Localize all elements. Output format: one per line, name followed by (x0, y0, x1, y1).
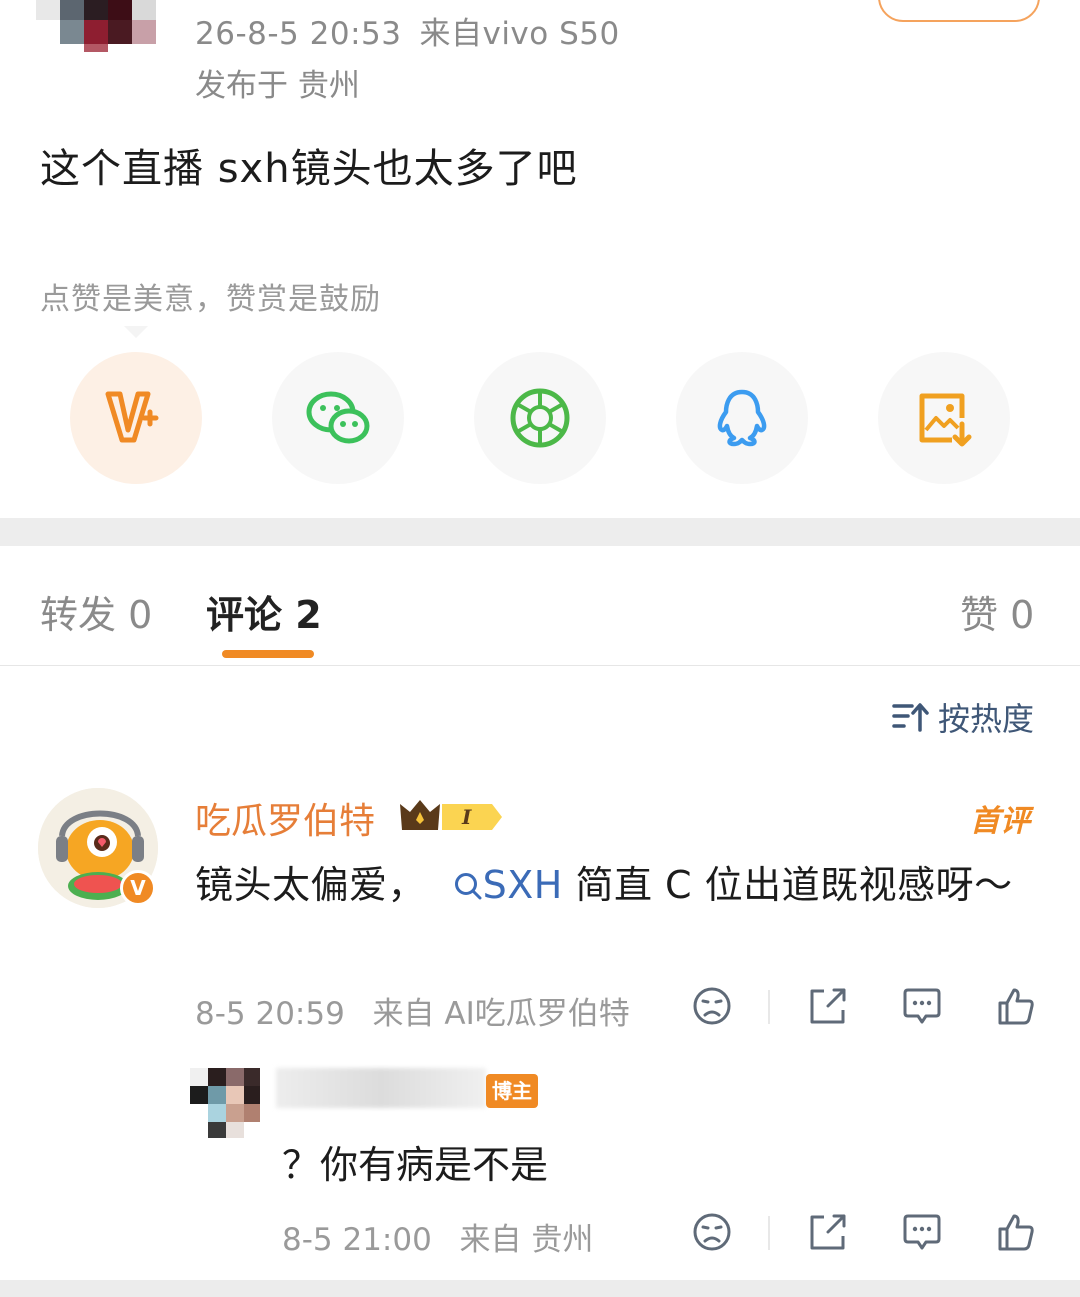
fan-level-badge[interactable]: I (398, 796, 506, 840)
reward-tip: 点赞是美意，赞赏是鼓励 (40, 282, 381, 317)
reply-dislike-button[interactable] (692, 1212, 732, 1252)
post-author-avatar[interactable] (36, 0, 158, 52)
first-comment-tag: 首评 (970, 804, 1030, 839)
post-time: 26-8-5 20:53 (195, 16, 402, 52)
moments-icon (510, 388, 570, 448)
active-tab-indicator (222, 650, 314, 658)
action-separator (768, 1216, 770, 1250)
comment-text-before: 镜头太偏爱， (195, 863, 427, 907)
tab-divider (0, 665, 1080, 666)
comment-icon (903, 988, 941, 1024)
comment-text: 镜头太偏爱， SXH 简直 C 位出道既视感呀～ (195, 854, 1035, 916)
reply-text: ？你有病是不是 (282, 1143, 549, 1187)
save-image-icon (919, 393, 972, 447)
search-icon (454, 873, 482, 900)
thumbs-up-icon (998, 1214, 1034, 1251)
sort-label: 按热度 (938, 700, 1035, 738)
section-divider (0, 518, 1080, 546)
follow-button[interactable] (878, 0, 1040, 22)
reply-source: 来自 贵州 (459, 1222, 594, 1258)
comment-time: 8-5 20:59 (195, 996, 345, 1032)
vip-icon (105, 391, 159, 443)
sad-face-icon (693, 1213, 731, 1251)
verified-badge: V (120, 870, 156, 906)
reply-time: 8-5 21:00 (282, 1222, 432, 1258)
qq-icon (717, 389, 767, 447)
reply-like-button[interactable] (996, 1212, 1036, 1252)
share-icon (810, 1214, 846, 1250)
tab-likes[interactable]: 赞 0 (960, 584, 1034, 639)
share-comment-button[interactable] (808, 986, 848, 1026)
wechat-icon (306, 391, 370, 444)
reply-comment-button[interactable] (902, 986, 942, 1026)
tab-comments[interactable]: 评论 2 (206, 584, 322, 639)
comment-meta: 8-5 20:59 来自 AI吃瓜罗伯特 (195, 988, 630, 1033)
vip-share-button[interactable] (70, 352, 202, 484)
topic-label: SXH (482, 863, 563, 907)
topic-link[interactable]: SXH (439, 863, 576, 907)
moments-share-button[interactable] (474, 352, 606, 484)
wechat-share-button[interactable] (272, 352, 404, 484)
fan-level-text: I (461, 805, 472, 829)
share-icon (810, 988, 846, 1024)
commenter-name[interactable]: 吃瓜罗伯特 (195, 792, 375, 844)
comment-source: 来自 AI吃瓜罗伯特 (372, 996, 630, 1032)
post-source: 来自vivo S50 (419, 16, 620, 52)
tip-arrow (124, 326, 148, 338)
reply-reply-button[interactable] (902, 1212, 942, 1252)
save-image-button[interactable] (878, 352, 1010, 484)
comment-text-after: 简直 C 位出道既视感呀～ (575, 863, 1013, 907)
reply-meta: 8-5 21:00 来自 贵州 (282, 1214, 593, 1259)
dislike-button[interactable] (692, 986, 732, 1026)
reply-share-button[interactable] (808, 1212, 848, 1252)
bottom-divider (0, 1280, 1080, 1297)
sort-button[interactable]: 按热度 (892, 694, 1034, 740)
post-text: 这个直播 sxh镜头也太多了吧 (40, 146, 578, 192)
thumbs-up-icon (998, 988, 1034, 1025)
comment-icon (903, 1214, 941, 1250)
action-separator (768, 990, 770, 1024)
post-meta: 26-8-5 20:53 来自vivo S50 (195, 8, 620, 53)
like-comment-button[interactable] (996, 986, 1036, 1026)
qq-share-button[interactable] (676, 352, 808, 484)
crown-icon: I (400, 800, 502, 830)
sad-face-icon (693, 987, 731, 1025)
reply-avatar[interactable] (190, 1068, 260, 1138)
sort-icon (892, 703, 929, 732)
post-location: 发布于 贵州 (195, 68, 360, 104)
tab-reposts[interactable]: 转发 0 (40, 584, 152, 639)
reply-author-name-blurred (276, 1068, 486, 1108)
owner-tag: 博主 (486, 1074, 538, 1108)
